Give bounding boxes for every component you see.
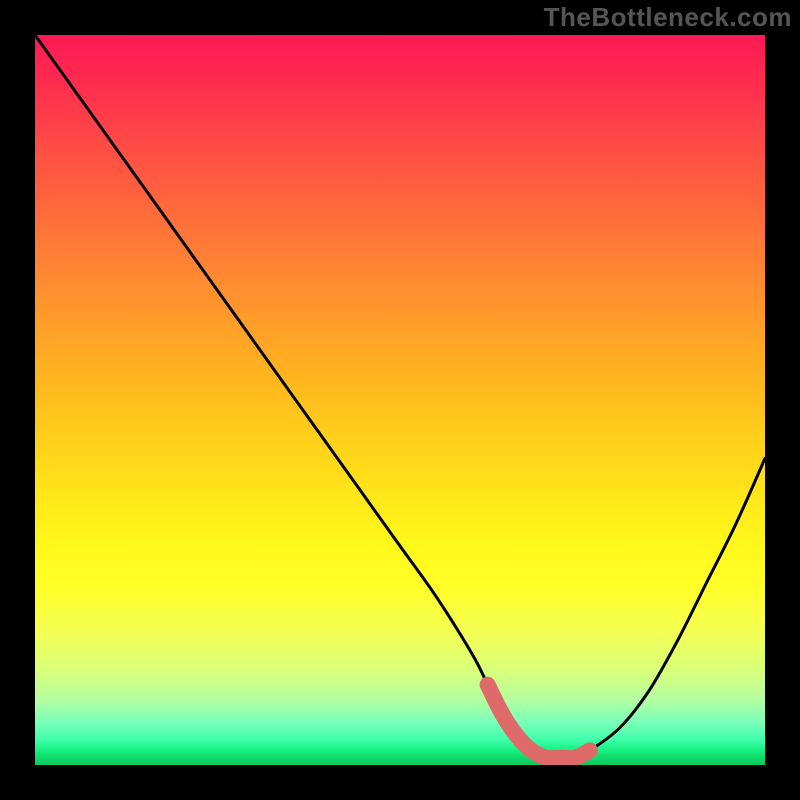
gradient-plot-area bbox=[35, 35, 765, 765]
watermark-text: TheBottleneck.com bbox=[544, 2, 792, 33]
chart-frame: TheBottleneck.com bbox=[0, 0, 800, 800]
